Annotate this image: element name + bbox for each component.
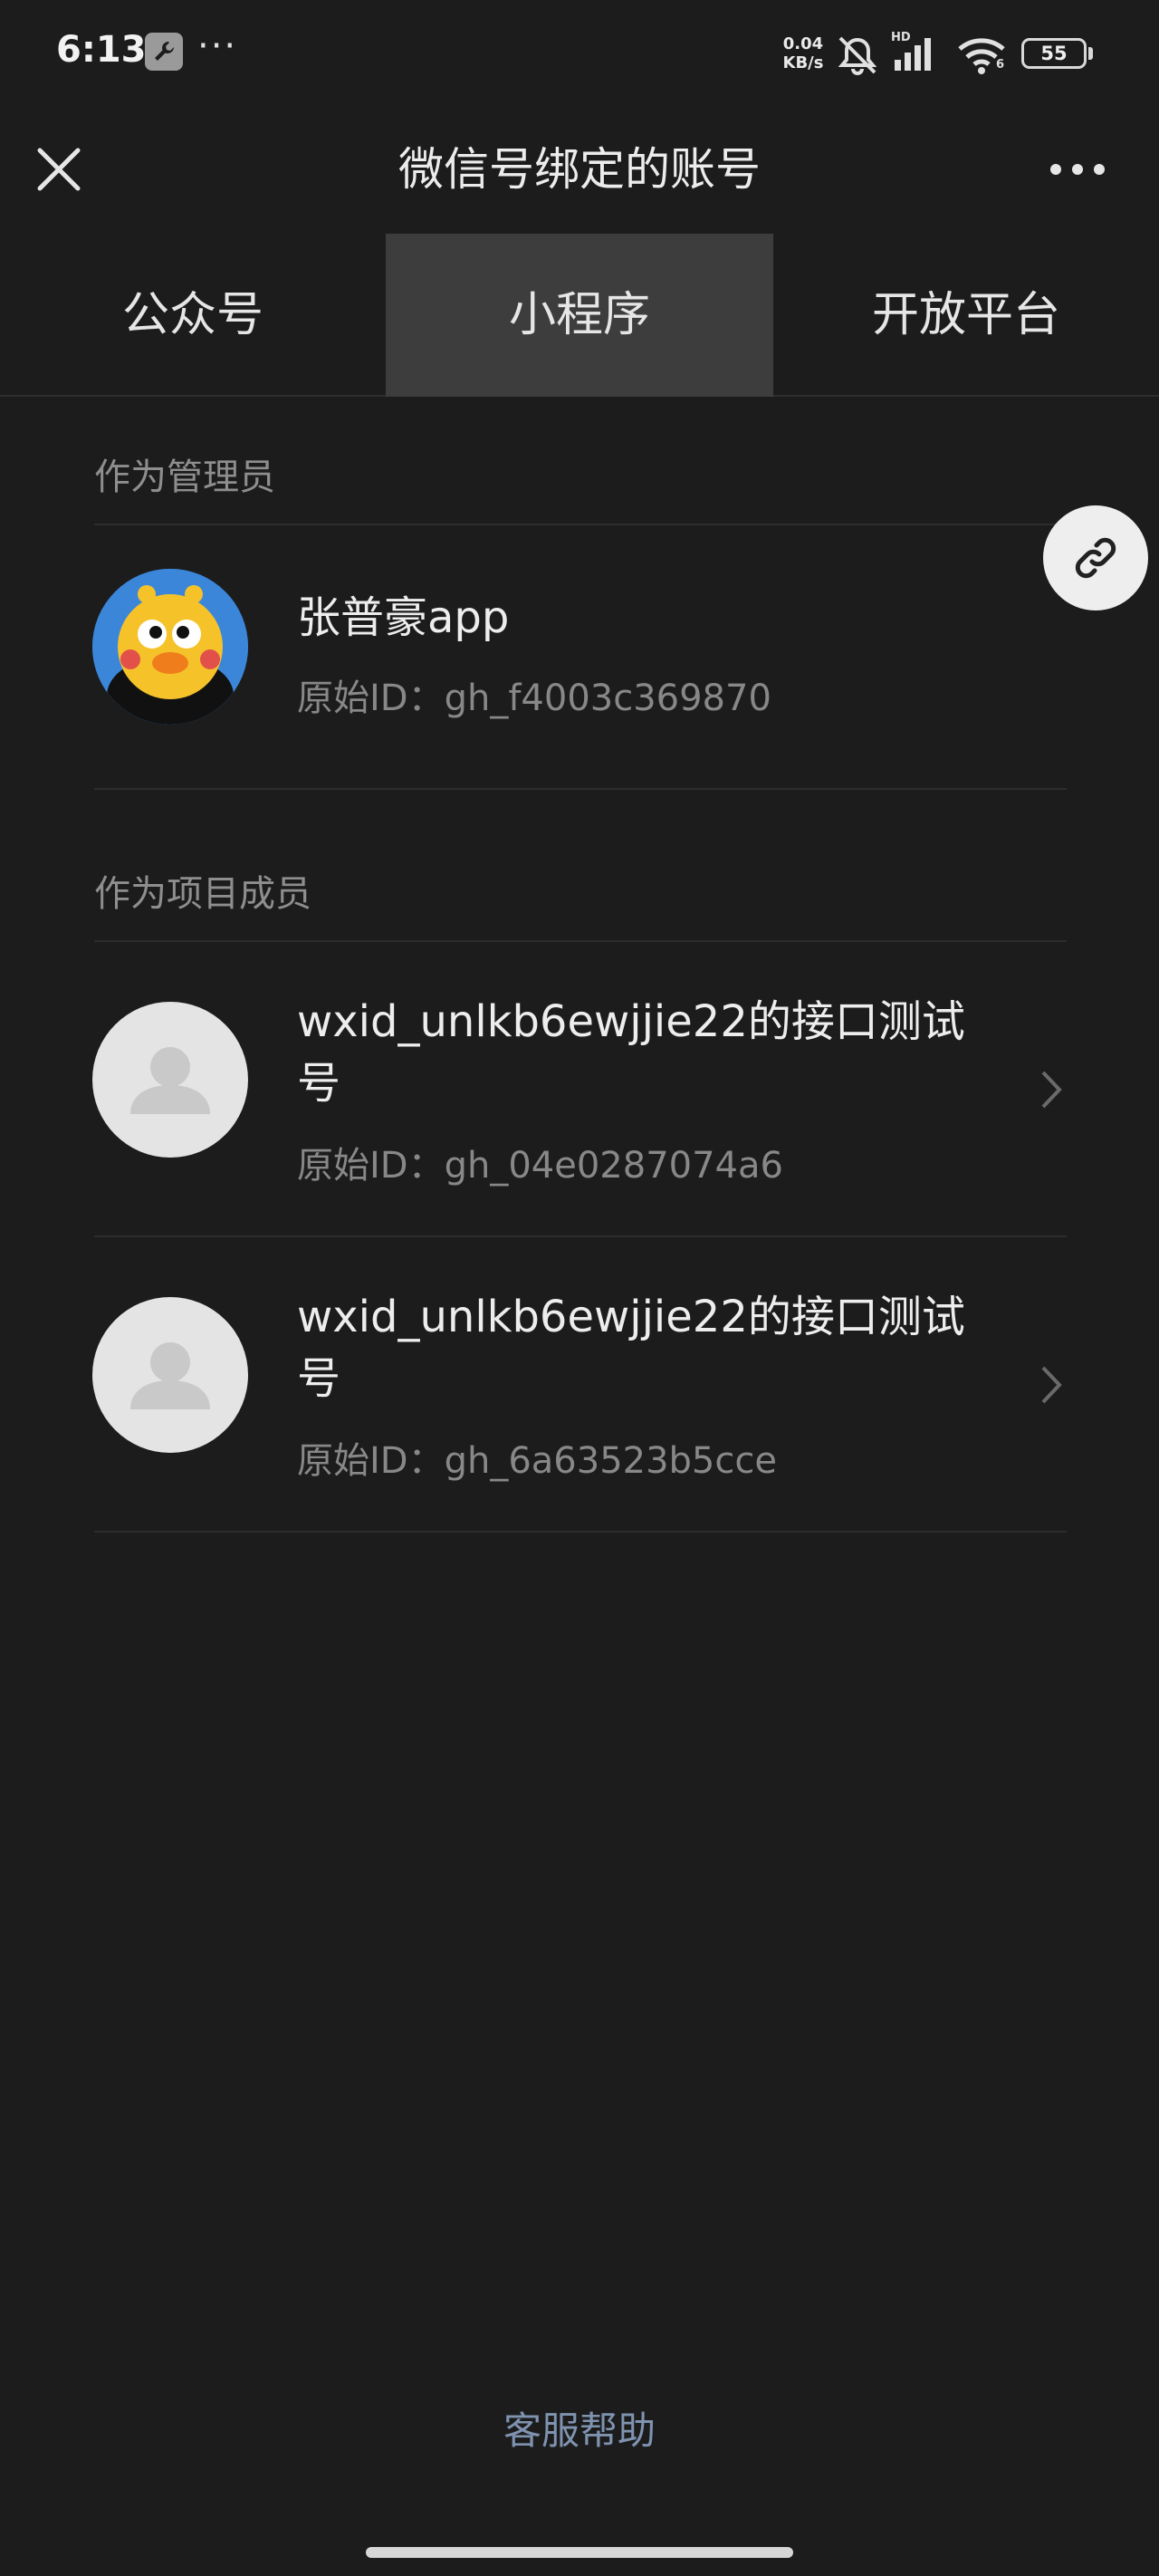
network-speed-unit: KB/s <box>782 53 824 72</box>
cartoon-duck-avatar <box>92 569 248 725</box>
list-item-admin[interactable]: 张普豪app 原始ID：gh_f4003c369870 <box>0 525 1159 788</box>
wrench-icon <box>145 33 183 71</box>
default-user-avatar <box>92 1002 248 1158</box>
page-title: 微信号绑定的账号 <box>398 143 761 196</box>
item-name: wxid_unlkb6ewjjie22的接口测试号 <box>297 1292 965 1404</box>
item-id: 原始ID：gh_6a63523b5cce <box>297 1440 777 1482</box>
wifi-label: 6 <box>996 58 1005 72</box>
link-button[interactable] <box>1043 505 1148 610</box>
item-id: 原始ID：gh_f4003c369870 <box>297 678 771 719</box>
chevron-right-icon <box>1041 1071 1062 1109</box>
item-name: wxid_unlkb6ewjjie22的接口测试号 <box>297 996 965 1109</box>
network-speed: 0.04 KB/s <box>775 34 831 72</box>
customer-service-help-link[interactable]: 客服帮助 <box>0 2400 1159 2456</box>
default-user-avatar <box>92 1297 248 1453</box>
section-title-member: 作为项目成员 <box>94 873 311 915</box>
close-button[interactable] <box>25 136 92 203</box>
mute-bell-icon <box>835 34 880 80</box>
tab-bar: 公众号 小程序 开放平台 <box>0 234 1159 397</box>
close-icon <box>37 148 81 191</box>
item-name: 张普豪app <box>297 592 510 643</box>
item-id: 原始ID：gh_04e0287074a6 <box>297 1145 783 1187</box>
list-item-member[interactable]: wxid_unlkb6ewjjie22的接口测试号 原始ID：gh_6a6352… <box>0 1237 1159 1531</box>
battery-tip <box>1088 47 1093 60</box>
more-icon <box>1050 164 1105 175</box>
status-time: 6:13 <box>56 29 147 71</box>
divider <box>94 1531 1067 1533</box>
list-item-member[interactable]: wxid_unlkb6ewjjie22的接口测试号 原始ID：gh_04e028… <box>0 942 1159 1235</box>
signal-icon: HD <box>891 31 942 78</box>
home-indicator[interactable] <box>366 2547 793 2558</box>
section-title-admin: 作为管理员 <box>94 457 275 498</box>
tab-mini-program[interactable]: 小程序 <box>386 234 773 397</box>
network-speed-value: 0.04 <box>782 34 824 53</box>
divider <box>94 788 1067 790</box>
battery-level: 55 <box>1040 43 1068 64</box>
wifi-icon: 6 <box>956 34 1009 80</box>
status-more-indicator: ··· <box>197 25 238 67</box>
battery-icon: 55 <box>1021 38 1087 69</box>
chevron-right-icon <box>1041 1366 1062 1404</box>
status-bar: 6:13 ··· 0.04 KB/s HD 6 55 <box>0 0 1159 109</box>
hd-label: HD <box>891 31 911 44</box>
tab-open-platform[interactable]: 开放平台 <box>773 234 1159 397</box>
screen: 6:13 ··· 0.04 KB/s HD 6 55 微信号绑定的账号 公众号 … <box>0 0 1159 2576</box>
link-icon <box>1075 537 1116 579</box>
tab-official-account[interactable]: 公众号 <box>0 234 386 397</box>
more-button[interactable] <box>1041 136 1114 203</box>
